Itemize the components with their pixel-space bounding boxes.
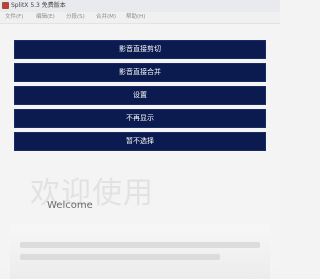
dont-show-again-button[interactable]: 不再显示 (14, 109, 266, 128)
welcome-panel (10, 224, 270, 279)
menu-help[interactable]: 帮助(H) (126, 13, 145, 22)
app-window: SplitX 5.3 免费版本 文件(F) 编辑(E) 分段(S) 合并(M) … (0, 0, 280, 279)
welcome-subheading: Welcome (47, 200, 93, 211)
menu-file[interactable]: 文件(F) (5, 13, 23, 22)
direct-cut-button[interactable]: 影音直接剪切 (14, 40, 266, 59)
panel-placeholder-line (20, 254, 220, 260)
menu-edit[interactable]: 编辑(E) (36, 13, 55, 22)
skip-button[interactable]: 暂不选择 (14, 132, 266, 151)
direct-merge-button[interactable]: 影音直接合并 (14, 63, 266, 82)
settings-button[interactable]: 设置 (14, 86, 266, 105)
panel-placeholder-line (20, 242, 260, 248)
window-title: SplitX 5.3 免费版本 (11, 2, 66, 9)
menu-bar: 文件(F) 编辑(E) 分段(S) 合并(M) 帮助(H) (0, 12, 280, 24)
menu-split[interactable]: 分段(S) (66, 13, 85, 22)
app-icon (2, 2, 9, 9)
menu-merge[interactable]: 合并(M) (96, 13, 116, 22)
